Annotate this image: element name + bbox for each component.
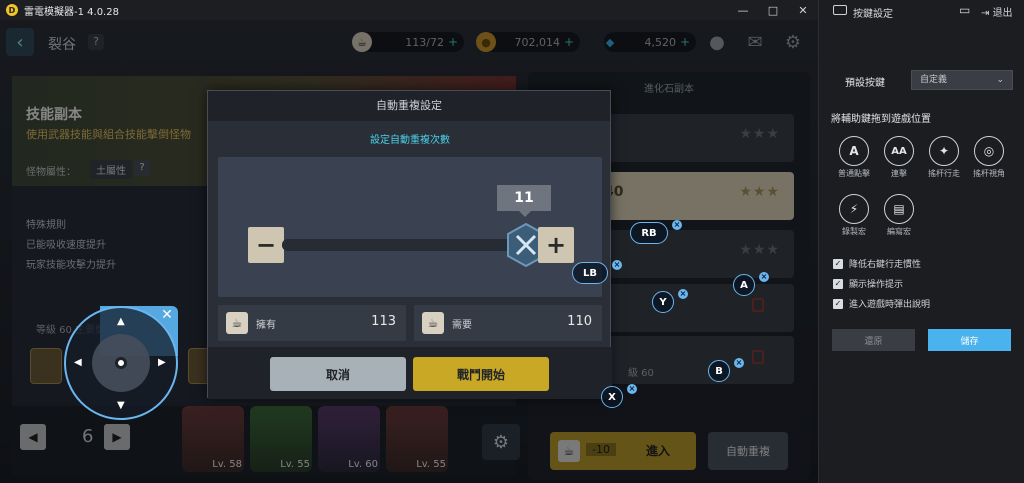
emulator-title: 雷電模擬器-1 4.0.28	[24, 6, 119, 18]
tap-icon: A	[839, 136, 869, 166]
checkbox-checked-icon[interactable]: ✓	[833, 258, 843, 269]
dialog-title: 自動重複設定	[208, 91, 610, 121]
close-window-button[interactable]: ✕	[788, 4, 818, 17]
auto-repeat-dialog: 自動重複設定 設定自動重複次數 11 − + ☕ 擁有 113 ☕ 需要 110	[207, 90, 612, 399]
tool-edit-macro[interactable]: ▤ 編寫宏	[874, 194, 924, 237]
key-rb-remove-icon[interactable]: ×	[672, 220, 682, 230]
chevron-down-icon: ⌄	[996, 75, 1004, 85]
option-label: 顯示操作提示	[849, 280, 904, 290]
key-a[interactable]: A	[733, 274, 755, 296]
option-label: 進入遊戲時彈出說明	[849, 300, 931, 310]
preset-select[interactable]: 自定義 ⌄	[911, 70, 1013, 90]
restore-button[interactable]: 還原	[832, 329, 915, 351]
right-arrow-icon: ▶	[158, 357, 166, 368]
required-stamina-row: ☕ 需要 110	[414, 305, 602, 341]
slider-track[interactable]	[282, 239, 544, 251]
dialog-footer: 取消 戰鬥開始	[208, 347, 612, 399]
left-arrow-icon: ◀	[74, 357, 82, 368]
checkbox-checked-icon[interactable]: ✓	[833, 278, 843, 289]
joystick-view-icon: ◎	[974, 136, 1004, 166]
folder-icon[interactable]: ▭	[959, 3, 970, 17]
tool-combo[interactable]: AA 連擊	[874, 136, 924, 179]
key-b[interactable]: B	[708, 360, 730, 382]
required-value: 110	[567, 314, 592, 329]
window-controls: — □ ✕	[728, 4, 818, 17]
key-a-remove-icon[interactable]: ×	[759, 272, 769, 282]
increase-button[interactable]: +	[538, 227, 574, 263]
exit-button[interactable]: ⇥ 退出	[981, 4, 1013, 19]
checkbox-checked-icon[interactable]: ✓	[833, 298, 843, 309]
option-reduce-inertia[interactable]: ✓ 降低右鍵行走慣性	[833, 257, 921, 270]
minimize-button[interactable]: —	[728, 4, 758, 17]
tool-tap[interactable]: A 普通點擊	[829, 136, 879, 179]
repeat-count-value: 11	[497, 185, 551, 217]
tool-joystick-walk[interactable]: ✦ 搖杆行走	[919, 136, 969, 179]
key-y-remove-icon[interactable]: ×	[678, 289, 688, 299]
option-label: 降低右鍵行走慣性	[849, 260, 922, 270]
required-label: 需要	[452, 320, 472, 331]
tool-label: 錄製宏	[842, 227, 866, 236]
up-arrow-icon: ▲	[117, 316, 125, 327]
down-arrow-icon: ▼	[117, 400, 125, 411]
owned-label: 擁有	[256, 320, 276, 331]
key-rb[interactable]: RB	[630, 222, 668, 244]
joystick-close-icon[interactable]: ✕	[158, 306, 176, 324]
decrease-button[interactable]: −	[248, 227, 284, 263]
tool-label: 編寫宏	[887, 227, 911, 236]
script-icon: ▤	[884, 194, 914, 224]
coffee-icon: ☕	[422, 312, 444, 334]
maximize-button[interactable]: □	[758, 4, 788, 17]
option-show-hints[interactable]: ✓ 顯示操作提示	[833, 277, 903, 290]
key-lb[interactable]: LB	[572, 262, 608, 284]
tool-label: 搖杆視角	[973, 169, 1005, 178]
tool-label: 連擊	[891, 169, 907, 178]
exit-label: 退出	[992, 8, 1013, 19]
cancel-button[interactable]: 取消	[270, 357, 406, 391]
app-logo: D	[6, 4, 18, 16]
joystick-walk-icon: ✦	[929, 136, 959, 166]
key-lb-remove-icon[interactable]: ×	[612, 260, 622, 270]
lightning-icon: ⚡	[839, 194, 869, 224]
emulator-titlebar: D 雷電模擬器-1 4.0.28 — □ ✕	[0, 0, 818, 20]
keymap-sidebar: 按鍵設定 ▭ ⇥ 退出 預設按鍵 自定義 ⌄ 將輔助鍵拖到遊戲位置 A 普通點擊…	[818, 0, 1024, 483]
drag-hint: 將輔助鍵拖到遊戲位置	[831, 114, 931, 125]
start-battle-button[interactable]: 戰鬥開始	[413, 357, 549, 391]
owned-stamina-row: ☕ 擁有 113	[218, 305, 406, 341]
keyboard-icon	[833, 5, 847, 15]
key-b-remove-icon[interactable]: ×	[734, 358, 744, 368]
tool-record-macro[interactable]: ⚡ 錄製宏	[829, 194, 879, 237]
owned-value: 113	[371, 314, 396, 329]
coffee-icon: ☕	[226, 312, 248, 334]
tool-label: 搖杆行走	[928, 169, 960, 178]
joystick-center-dot	[115, 357, 127, 369]
combo-icon: AA	[884, 136, 914, 166]
preset-value: 自定義	[920, 75, 948, 85]
tool-joystick-view[interactable]: ◎ 搖杆視角	[964, 136, 1014, 179]
option-show-help-on-enter[interactable]: ✓ 進入遊戲時彈出說明	[833, 297, 930, 310]
key-y[interactable]: Y	[652, 291, 674, 313]
dialog-subtitle: 設定自動重複次數	[370, 135, 450, 146]
sidebar-title: 按鍵設定	[853, 9, 893, 20]
key-x[interactable]: X	[601, 386, 623, 408]
preset-label: 預設按鍵	[845, 78, 885, 89]
save-button[interactable]: 儲存	[928, 329, 1011, 351]
slider-fill	[282, 239, 512, 251]
key-x-remove-icon[interactable]: ×	[627, 384, 637, 394]
sidebar-header: 按鍵設定 ▭ ⇥ 退出	[819, 0, 1024, 22]
tool-label: 普通點擊	[838, 169, 870, 178]
repeat-count-slider: 11 − +	[218, 157, 602, 297]
